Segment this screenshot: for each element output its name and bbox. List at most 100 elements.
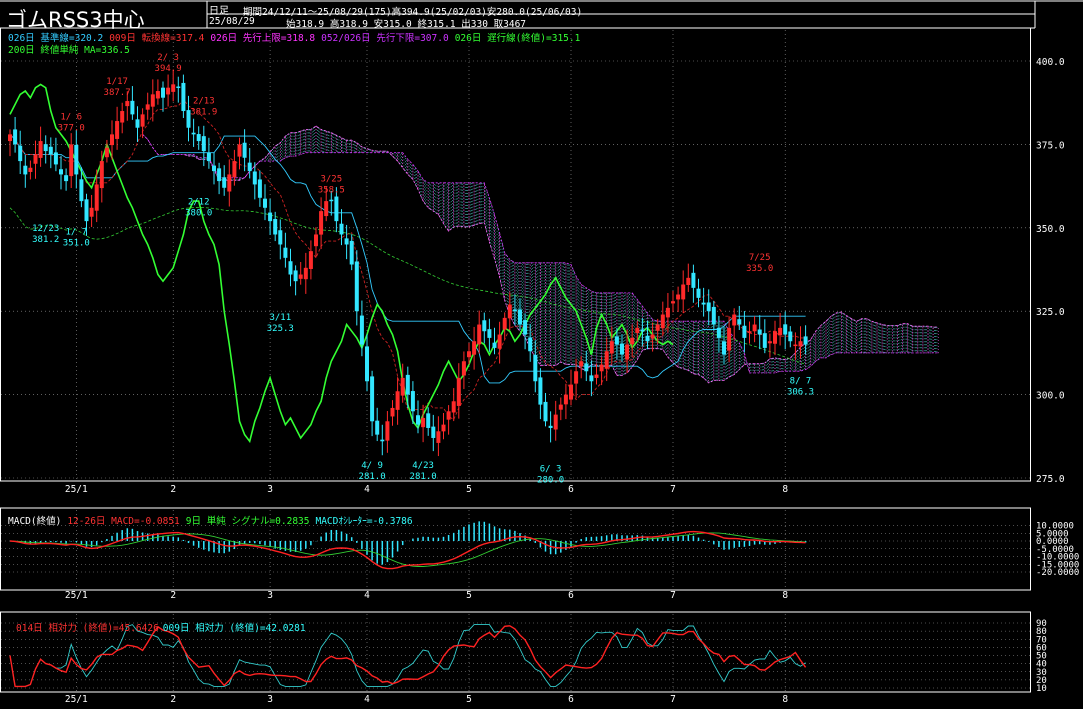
cloud-segment [478,182,485,224]
candle-body [237,144,242,157]
annotation-date: 4/23 [412,461,434,471]
candle-body [456,377,461,406]
macd-panel [9,521,807,570]
x-tick-label: 2 [170,484,176,495]
candle-body [569,384,573,400]
candle-body [59,169,63,175]
candle-body [655,324,660,331]
candle-body [584,363,589,372]
candle-body [222,177,227,188]
candle-body [303,267,308,280]
candle-body [512,309,517,312]
candle-body [53,152,58,165]
cloud-segment [524,262,531,349]
x-tick-label: 25/1 [65,590,88,601]
candle-body [711,306,716,325]
candle-body [589,375,594,382]
x-tick-label: 6 [568,590,574,601]
candle-body [742,325,747,338]
candle-body [273,219,278,235]
ma-legend: 200日 終値単純 MA=336.5 [8,45,130,56]
candle-body [620,343,624,355]
annotation-value: 325.3 [267,324,294,334]
x-tick-label: 7 [670,694,676,705]
candle-body [553,414,558,430]
candle-body [135,119,140,128]
x-tick-label: 5 [466,694,472,705]
candle-body [410,391,415,412]
annotation-date: 12/23 [32,224,59,234]
candle-body [446,411,451,420]
annotation-value: 280.0 [537,475,564,485]
candle-body [579,361,584,367]
price-tick-label: 350.0 [1036,224,1065,235]
x-tick-label: 3 [267,694,273,705]
legend-entry: 026日 先行上限=318.8 [210,33,316,44]
rsi-legend: 014日 相対力 (終値)=45.6426 009日 相対力 (終値)=42.02… [16,620,310,634]
candle-body [676,294,681,300]
candle-body [762,333,767,348]
legend-entry: 026日 遅行線(終値)=315.1 [454,33,581,44]
annotation-date: 2/13 [193,96,215,106]
candle-body [278,230,283,245]
candle-body [691,272,696,288]
annotation-date: 1/ 6 [60,113,82,123]
cloud-segment [300,128,307,155]
x-tick-label: 3 [267,484,273,495]
candle-body [757,329,762,335]
candle-body [161,87,165,98]
candle-body [288,261,293,275]
candle-body [140,114,145,127]
candle-body [436,431,441,443]
annotation-value: 281.0 [410,472,437,482]
chart-canvas: 400.0375.0350.0325.0300.0275.025/125/125… [0,0,1083,705]
candle-body [176,86,181,89]
cloud-segment [473,182,480,226]
macd-tick-label: -20.0000 [1036,568,1079,578]
x-tick-label: 25/1 [65,484,88,495]
annotation-date: 8/ 7 [790,377,812,387]
candle-body [206,152,211,162]
candle-body [201,136,206,152]
candle-body [247,162,252,172]
candle-body [635,327,640,333]
x-tick-label: 25/1 [65,694,88,705]
cloud-segment [285,132,291,159]
annotation-date: 4/ 9 [361,461,383,471]
legend-entry: 009日 相対力 (終値)=42.0281 [162,623,306,634]
candle-body [18,145,23,162]
candle-body [727,327,732,351]
candle-body [349,240,354,265]
candle-body [181,82,186,112]
candle-body [696,288,701,298]
candle-body [400,377,405,396]
candle-body [166,87,171,95]
candle-body [767,341,772,344]
rsi14-line [9,625,807,688]
candle-body [94,184,99,211]
cloud-segment [754,363,761,374]
cloud-segment [560,262,567,366]
cloud-segment [749,363,755,374]
cloud-segment [759,362,766,374]
candle-body [518,309,522,325]
candle-body [48,146,53,155]
candle-body [528,337,533,352]
candle-body [716,327,721,338]
ma200-line [9,207,806,365]
candle-body [681,284,686,300]
candle-body [614,336,619,345]
annotation-value: 335.0 [746,264,773,274]
candle-body [788,331,793,342]
candle-body [314,234,318,247]
x-tick-label: 5 [466,484,472,495]
candle-body [467,351,471,358]
candle-body [732,314,737,326]
annotation-value: 387.7 [104,88,131,98]
cloud-segment [917,325,924,354]
candle-body [492,342,497,348]
price-tick-label: 400.0 [1036,57,1065,68]
x-tick-label: 4 [364,694,370,705]
candle-body [773,331,777,344]
candle-body [665,307,670,318]
